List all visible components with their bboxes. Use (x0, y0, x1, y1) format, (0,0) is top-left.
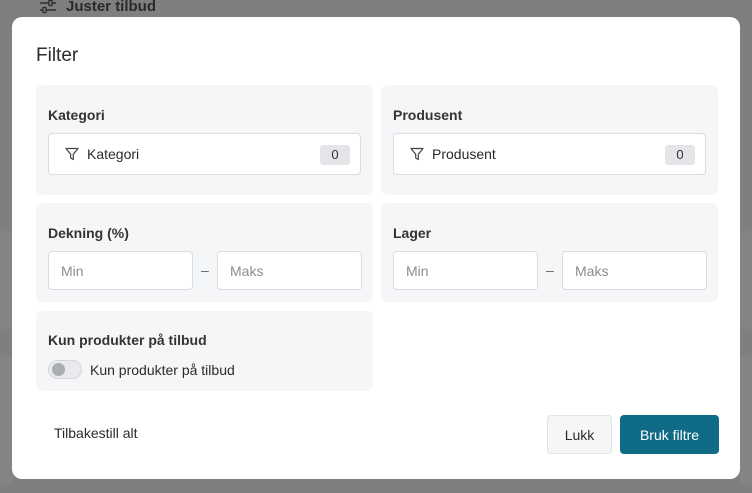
coverage-panel: Dekning (%) – (36, 203, 373, 302)
stock-min-input[interactable] (393, 251, 538, 290)
stock-max-input[interactable] (562, 251, 707, 290)
stock-panel: Lager – (381, 203, 718, 302)
reset-all-button[interactable]: Tilbakestill alt (42, 415, 150, 451)
offer-only-panel: Kun produkter på tilbud Kun produkter på… (36, 311, 373, 391)
coverage-max-input[interactable] (217, 251, 362, 290)
offer-only-toggle-label[interactable]: Kun produkter på tilbud (90, 362, 235, 378)
sliders-icon (40, 0, 56, 14)
offer-only-toggle-row[interactable]: Kun produkter på tilbud (48, 360, 235, 379)
manufacturer-label: Produsent (393, 107, 463, 123)
category-select-label: Kategori (87, 146, 140, 162)
coverage-label: Dekning (%) (48, 225, 129, 241)
adjust-offer-label: Juster tilbud (66, 0, 157, 15)
close-button[interactable]: Lukk (547, 415, 612, 454)
category-count-badge: 0 (320, 145, 350, 165)
category-label: Kategori (48, 107, 105, 123)
manufacturer-select[interactable]: Produsent 0 (393, 133, 706, 175)
coverage-min-input[interactable] (48, 251, 193, 290)
funnel-icon (410, 147, 424, 161)
apply-filters-button[interactable]: Bruk filtre (620, 415, 719, 454)
funnel-icon (65, 147, 79, 161)
offer-only-label: Kun produkter på tilbud (48, 332, 207, 348)
offer-only-toggle[interactable] (48, 360, 82, 379)
category-panel: Kategori Kategori 0 (36, 85, 373, 195)
category-select[interactable]: Kategori 0 (48, 133, 361, 175)
toggle-knob (52, 363, 65, 376)
coverage-range-separator: – (201, 262, 209, 278)
filter-modal: Filter Kategori Kategori 0 Produsent Pro… (12, 17, 740, 479)
manufacturer-select-label: Produsent (432, 146, 496, 162)
background-card (740, 355, 752, 485)
manufacturer-panel: Produsent Produsent 0 (381, 85, 718, 195)
manufacturer-count-badge: 0 (665, 145, 695, 165)
background-toolbar: Juster tilbud (0, 0, 752, 16)
modal-title: Filter (36, 45, 79, 66)
background-card (740, 230, 752, 330)
stock-range-separator: – (546, 262, 554, 278)
stock-label: Lager (393, 225, 432, 241)
